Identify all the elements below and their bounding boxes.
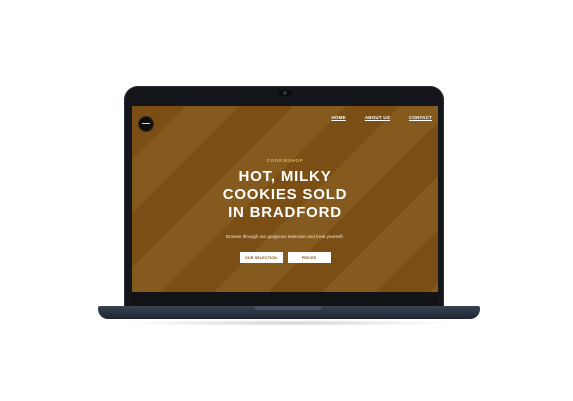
nav-contact-link[interactable]: CONTACT [409,115,432,120]
nav-about-link[interactable]: ABOUT US [365,115,390,120]
laptop-mockup: HOME ABOUT US CONTACT COOKIESHOP HOT, MI… [0,0,573,401]
screen-bottom-bezel [132,292,438,306]
nav-home-link[interactable]: HOME [332,115,346,120]
hero-headline: HOT, MILKY COOKIES SOLD IN BRADFORD [132,168,438,222]
laptop-hinge-notch [254,306,322,310]
webcam-icon [283,91,287,95]
hero-subtitle: Browse through our gorgeous selection an… [226,234,344,239]
hero-eyebrow: COOKIESHOP [266,158,304,163]
top-nav: HOME ABOUT US CONTACT [332,115,433,120]
our-selection-button[interactable]: OUR SELECTION [239,252,283,263]
hero-headline-line-3: IN BRADFORD [228,204,342,221]
hero-cta-row: OUR SELECTION PRICES [132,252,438,263]
brand-logo[interactable] [138,116,154,132]
hero-headline-line-1: HOT, MILKY [238,168,332,185]
laptop-shadow [120,320,458,326]
prices-button[interactable]: PRICES [287,252,331,263]
laptop-screen: HOME ABOUT US CONTACT COOKIESHOP HOT, MI… [132,106,438,292]
hero-headline-line-2: COOKIES SOLD [222,186,348,203]
